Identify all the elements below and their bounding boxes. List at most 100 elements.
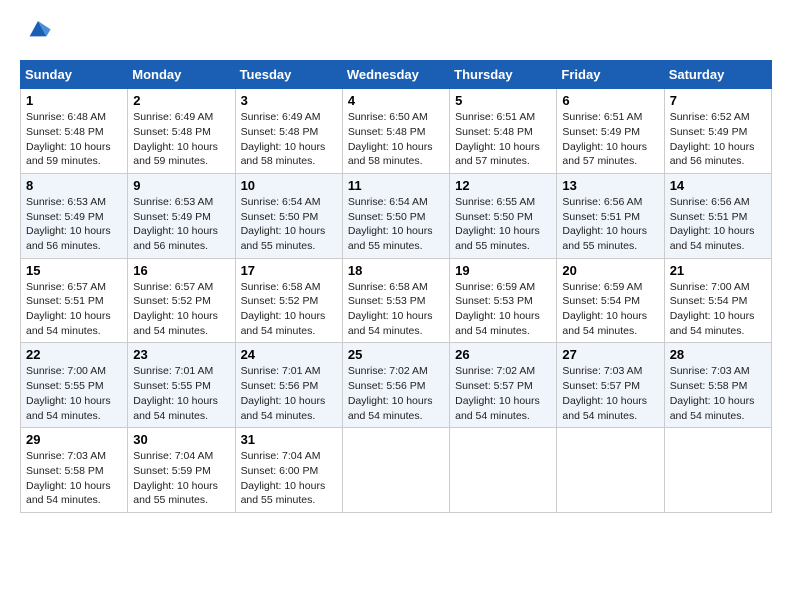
weekday-header-wednesday: Wednesday (342, 61, 449, 89)
logo-icon (24, 14, 52, 42)
day-number: 23 (133, 347, 229, 362)
day-info: Sunrise: 6:56 AM Sunset: 5:51 PM Dayligh… (562, 195, 658, 254)
calendar-day-25: 25 Sunrise: 7:02 AM Sunset: 5:56 PM Dayli… (342, 343, 449, 428)
calendar-week-1: 1 Sunrise: 6:48 AM Sunset: 5:48 PM Daylig… (21, 89, 772, 174)
day-info: Sunrise: 6:51 AM Sunset: 5:48 PM Dayligh… (455, 110, 551, 169)
calendar-day-9: 9Sunrise: 6:53 AM Sunset: 5:49 PM Daylig… (128, 173, 235, 258)
day-info: Sunrise: 6:57 AM Sunset: 5:51 PM Dayligh… (26, 280, 122, 339)
day-info: Sunrise: 7:04 AM Sunset: 5:59 PM Dayligh… (133, 449, 229, 508)
calendar-body: 1 Sunrise: 6:48 AM Sunset: 5:48 PM Daylig… (21, 89, 772, 513)
day-info: Sunrise: 6:54 AM Sunset: 5:50 PM Dayligh… (348, 195, 444, 254)
day-number: 5 (455, 93, 551, 108)
calendar-day-29: 29 Sunrise: 7:03 AM Sunset: 5:58 PM Dayli… (21, 428, 128, 513)
calendar-day-30: 30 Sunrise: 7:04 AM Sunset: 5:59 PM Dayli… (128, 428, 235, 513)
weekday-header-saturday: Saturday (664, 61, 771, 89)
weekday-header-monday: Monday (128, 61, 235, 89)
calendar-day-22: 22 Sunrise: 7:00 AM Sunset: 5:55 PM Dayli… (21, 343, 128, 428)
calendar-day-3: 3 Sunrise: 6:49 AM Sunset: 5:48 PM Daylig… (235, 89, 342, 174)
day-number: 7 (670, 93, 766, 108)
day-info: Sunrise: 6:59 AM Sunset: 5:53 PM Dayligh… (455, 280, 551, 339)
day-info: Sunrise: 7:03 AM Sunset: 5:58 PM Dayligh… (670, 364, 766, 423)
calendar-week-5: 29 Sunrise: 7:03 AM Sunset: 5:58 PM Dayli… (21, 428, 772, 513)
calendar-day-13: 13 Sunrise: 6:56 AM Sunset: 5:51 PM Dayli… (557, 173, 664, 258)
day-number: 9 (133, 178, 229, 193)
day-info: Sunrise: 6:55 AM Sunset: 5:50 PM Dayligh… (455, 195, 551, 254)
calendar-day-26: 26 Sunrise: 7:02 AM Sunset: 5:57 PM Dayli… (450, 343, 557, 428)
day-number: 1 (26, 93, 122, 108)
logo (20, 20, 52, 44)
day-info: Sunrise: 7:00 AM Sunset: 5:55 PM Dayligh… (26, 364, 122, 423)
calendar-day-1: 1 Sunrise: 6:48 AM Sunset: 5:48 PM Daylig… (21, 89, 128, 174)
day-number: 25 (348, 347, 444, 362)
calendar-day-5: 5 Sunrise: 6:51 AM Sunset: 5:48 PM Daylig… (450, 89, 557, 174)
day-info: Sunrise: 6:56 AM Sunset: 5:51 PM Dayligh… (670, 195, 766, 254)
day-info: Sunrise: 6:50 AM Sunset: 5:48 PM Dayligh… (348, 110, 444, 169)
calendar-week-2: 8 Sunrise: 6:53 AM Sunset: 5:49 PM Daylig… (21, 173, 772, 258)
day-number: 26 (455, 347, 551, 362)
calendar-day-31: 31Sunrise: 7:04 AM Sunset: 6:00 PM Dayli… (235, 428, 342, 513)
day-info: Sunrise: 6:49 AM Sunset: 5:48 PM Dayligh… (241, 110, 337, 169)
calendar-header-row: SundayMondayTuesdayWednesdayThursdayFrid… (21, 61, 772, 89)
calendar-day-12: 12Sunrise: 6:55 AM Sunset: 5:50 PM Dayli… (450, 173, 557, 258)
day-info: Sunrise: 6:57 AM Sunset: 5:52 PM Dayligh… (133, 280, 229, 339)
day-info: Sunrise: 7:01 AM Sunset: 5:56 PM Dayligh… (241, 364, 337, 423)
weekday-header-thursday: Thursday (450, 61, 557, 89)
day-number: 15 (26, 263, 122, 278)
day-info: Sunrise: 7:02 AM Sunset: 5:56 PM Dayligh… (348, 364, 444, 423)
day-info: Sunrise: 6:52 AM Sunset: 5:49 PM Dayligh… (670, 110, 766, 169)
weekday-header-tuesday: Tuesday (235, 61, 342, 89)
day-number: 29 (26, 432, 122, 447)
day-info: Sunrise: 7:03 AM Sunset: 5:57 PM Dayligh… (562, 364, 658, 423)
day-info: Sunrise: 6:54 AM Sunset: 5:50 PM Dayligh… (241, 195, 337, 254)
day-number: 24 (241, 347, 337, 362)
day-number: 18 (348, 263, 444, 278)
calendar-day-18: 18 Sunrise: 6:58 AM Sunset: 5:53 PM Dayli… (342, 258, 449, 343)
day-number: 27 (562, 347, 658, 362)
calendar-day-2: 2 Sunrise: 6:49 AM Sunset: 5:48 PM Daylig… (128, 89, 235, 174)
day-info: Sunrise: 7:01 AM Sunset: 5:55 PM Dayligh… (133, 364, 229, 423)
calendar-day-24: 24 Sunrise: 7:01 AM Sunset: 5:56 PM Dayli… (235, 343, 342, 428)
calendar-day-28: 28 Sunrise: 7:03 AM Sunset: 5:58 PM Dayli… (664, 343, 771, 428)
day-info: Sunrise: 6:48 AM Sunset: 5:48 PM Dayligh… (26, 110, 122, 169)
calendar-day-19: 19 Sunrise: 6:59 AM Sunset: 5:53 PM Dayli… (450, 258, 557, 343)
day-info: Sunrise: 6:59 AM Sunset: 5:54 PM Dayligh… (562, 280, 658, 339)
calendar-day-20: 20Sunrise: 6:59 AM Sunset: 5:54 PM Dayli… (557, 258, 664, 343)
day-info: Sunrise: 7:02 AM Sunset: 5:57 PM Dayligh… (455, 364, 551, 423)
calendar-day-21: 21Sunrise: 7:00 AM Sunset: 5:54 PM Dayli… (664, 258, 771, 343)
day-number: 28 (670, 347, 766, 362)
calendar-day-15: 15 Sunrise: 6:57 AM Sunset: 5:51 PM Dayli… (21, 258, 128, 343)
day-number: 19 (455, 263, 551, 278)
day-number: 10 (241, 178, 337, 193)
empty-cell (450, 428, 557, 513)
day-number: 30 (133, 432, 229, 447)
calendar-day-10: 10 Sunrise: 6:54 AM Sunset: 5:50 PM Dayli… (235, 173, 342, 258)
calendar-week-4: 22 Sunrise: 7:00 AM Sunset: 5:55 PM Dayli… (21, 343, 772, 428)
day-number: 4 (348, 93, 444, 108)
day-info: Sunrise: 7:00 AM Sunset: 5:54 PM Dayligh… (670, 280, 766, 339)
day-info: Sunrise: 6:53 AM Sunset: 5:49 PM Dayligh… (26, 195, 122, 254)
day-number: 16 (133, 263, 229, 278)
calendar-day-11: 11 Sunrise: 6:54 AM Sunset: 5:50 PM Dayli… (342, 173, 449, 258)
day-info: Sunrise: 7:03 AM Sunset: 5:58 PM Dayligh… (26, 449, 122, 508)
day-number: 2 (133, 93, 229, 108)
day-number: 8 (26, 178, 122, 193)
day-number: 11 (348, 178, 444, 193)
day-number: 3 (241, 93, 337, 108)
calendar-day-17: 17Sunrise: 6:58 AM Sunset: 5:52 PM Dayli… (235, 258, 342, 343)
day-number: 6 (562, 93, 658, 108)
calendar-day-4: 4 Sunrise: 6:50 AM Sunset: 5:48 PM Daylig… (342, 89, 449, 174)
empty-cell (664, 428, 771, 513)
calendar-day-16: 16 Sunrise: 6:57 AM Sunset: 5:52 PM Dayli… (128, 258, 235, 343)
page-header (20, 20, 772, 44)
calendar-table: SundayMondayTuesdayWednesdayThursdayFrid… (20, 60, 772, 513)
calendar-day-27: 27 Sunrise: 7:03 AM Sunset: 5:57 PM Dayli… (557, 343, 664, 428)
calendar-day-7: 7 Sunrise: 6:52 AM Sunset: 5:49 PM Daylig… (664, 89, 771, 174)
day-number: 31 (241, 432, 337, 447)
calendar-week-3: 15 Sunrise: 6:57 AM Sunset: 5:51 PM Dayli… (21, 258, 772, 343)
day-number: 13 (562, 178, 658, 193)
day-info: Sunrise: 6:49 AM Sunset: 5:48 PM Dayligh… (133, 110, 229, 169)
empty-cell (557, 428, 664, 513)
day-info: Sunrise: 6:58 AM Sunset: 5:53 PM Dayligh… (348, 280, 444, 339)
calendar-day-14: 14Sunrise: 6:56 AM Sunset: 5:51 PM Dayli… (664, 173, 771, 258)
day-number: 22 (26, 347, 122, 362)
